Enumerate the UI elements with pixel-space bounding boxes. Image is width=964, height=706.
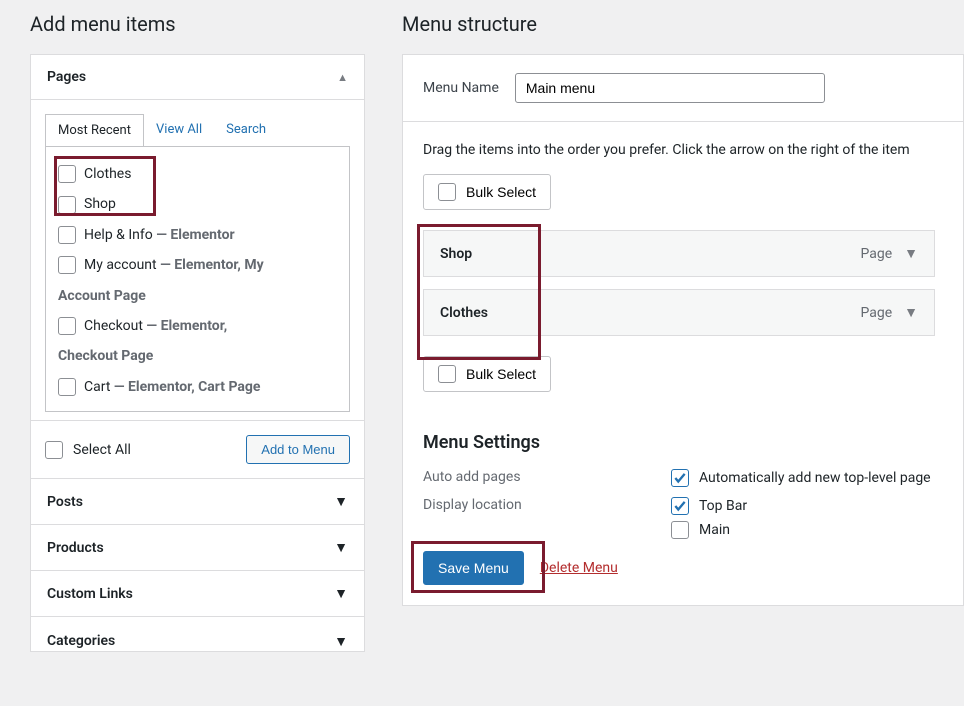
pages-accordion: Pages ▲ Most Recent View All Search Clot… (30, 54, 365, 479)
expand-icon: ▼ (334, 585, 348, 602)
expand-icon: ▼ (334, 493, 348, 510)
checkbox-bulk-select-top[interactable] (438, 183, 456, 201)
item-checkout-cont: Checkout Page (58, 341, 337, 371)
auto-add-pages-label: Auto add pages (423, 469, 671, 487)
chevron-down-icon[interactable]: ▼ (904, 304, 918, 321)
checkbox-cart[interactable] (58, 378, 76, 396)
expand-icon: ▼ (334, 633, 348, 650)
bulk-select-top-button[interactable]: Bulk Select (423, 174, 551, 210)
bulk-select-bottom-button[interactable]: Bulk Select (423, 356, 551, 392)
item-cart[interactable]: Cart — Elementor, Cart Page (58, 372, 337, 399)
checkbox-top-bar[interactable] (671, 497, 689, 515)
menu-name-form: Menu Name (402, 54, 964, 122)
pages-accordion-header[interactable]: Pages ▲ (31, 55, 364, 100)
chevron-down-icon[interactable]: ▼ (904, 245, 918, 262)
menu-name-input[interactable] (515, 73, 825, 103)
posts-accordion-header[interactable]: Posts ▼ (30, 478, 365, 525)
tab-view-all[interactable]: View All (144, 114, 214, 147)
collapse-icon: ▲ (337, 71, 348, 84)
checkbox-auto-add[interactable] (671, 469, 689, 487)
tab-search[interactable]: Search (214, 114, 278, 147)
drag-instructions: Drag the items into the order you prefer… (423, 142, 943, 158)
item-checkout[interactable]: Checkout — Elementor, (58, 311, 337, 341)
checkbox-bulk-select-bottom[interactable] (438, 365, 456, 383)
menu-name-label: Menu Name (423, 80, 499, 96)
item-my-account[interactable]: My account — Elementor, My (58, 250, 337, 280)
checkbox-checkout[interactable] (58, 317, 76, 335)
products-accordion-header[interactable]: Products ▼ (30, 524, 365, 571)
checkbox-my-account[interactable] (58, 256, 76, 274)
menu-structure-heading: Menu structure (402, 12, 964, 36)
tab-most-recent[interactable]: Most Recent (45, 114, 144, 147)
expand-icon: ▼ (334, 539, 348, 556)
select-all-row[interactable]: Select All (45, 441, 131, 459)
location-top-bar[interactable]: Top Bar (671, 497, 747, 515)
item-my-account-cont: Account Page (58, 281, 337, 311)
save-menu-button[interactable]: Save Menu (423, 551, 524, 585)
menu-settings-heading: Menu Settings (423, 432, 943, 453)
menu-item-clothes[interactable]: Clothes Page ▼ (423, 289, 935, 336)
display-location-label: Display location (423, 497, 671, 539)
checkbox-help-info[interactable] (58, 226, 76, 244)
pages-items-list[interactable]: Clothes Shop Help & Info — Elementor (46, 159, 349, 399)
menu-structure-body: Drag the items into the order you prefer… (402, 122, 964, 606)
categories-accordion-header[interactable]: Categories ▼ (30, 616, 365, 652)
delete-menu-link[interactable]: Delete Menu (540, 560, 618, 576)
item-shop[interactable]: Shop (58, 189, 337, 219)
add-to-menu-button[interactable]: Add to Menu (246, 435, 350, 464)
checkbox-select-all[interactable] (45, 441, 63, 459)
location-main[interactable]: Main (671, 521, 747, 539)
item-help-info[interactable]: Help & Info — Elementor (58, 220, 337, 250)
checkbox-main[interactable] (671, 521, 689, 539)
add-menu-items-heading: Add menu items (30, 12, 365, 36)
checkbox-shop[interactable] (58, 196, 76, 214)
checkbox-clothes[interactable] (58, 165, 76, 183)
menu-item-shop[interactable]: Shop Page ▼ (423, 230, 935, 277)
pages-section-title: Pages (47, 69, 86, 85)
custom-links-accordion-header[interactable]: Custom Links ▼ (30, 570, 365, 617)
auto-add-option[interactable]: Automatically add new top-level page (671, 469, 931, 487)
item-clothes[interactable]: Clothes (58, 159, 337, 189)
